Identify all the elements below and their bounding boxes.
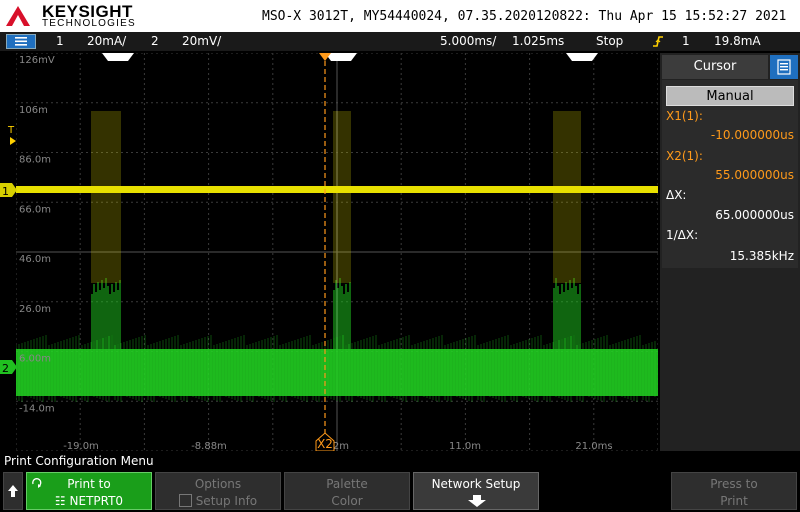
print-to-label: Print to bbox=[67, 477, 111, 491]
ch2-scale[interactable]: 20mV/ bbox=[182, 34, 221, 48]
setup-info-row: Setup Info bbox=[156, 494, 280, 508]
list-icon bbox=[777, 59, 791, 75]
status-bar: 1 20mA/ 2 20mV/ 5.000ms/ 1.025ms Stop 1 … bbox=[0, 32, 800, 51]
timebase-value[interactable]: 5.000ms/ bbox=[440, 34, 496, 48]
rotate-knob-icon bbox=[32, 478, 42, 488]
side-menu-button[interactable] bbox=[770, 55, 798, 79]
ch1-trace-line bbox=[16, 186, 658, 193]
ch1-number[interactable]: 1 bbox=[56, 34, 64, 48]
main-menu-button[interactable] bbox=[6, 34, 36, 49]
print-to-target: NETPRT0 bbox=[69, 494, 124, 508]
network-setup-label: Network Setup bbox=[431, 477, 521, 491]
menu-icon bbox=[15, 37, 27, 46]
trigger-edge-icon bbox=[653, 36, 663, 47]
ch2-number[interactable]: 2 bbox=[151, 34, 159, 48]
print-to-button[interactable]: Print to ☷ NETPRT0 bbox=[26, 472, 152, 510]
press-to-print-button[interactable]: Press to Print bbox=[671, 472, 797, 510]
network-setup-button[interactable]: Network Setup bbox=[413, 472, 539, 510]
menu-title: Print Configuration Menu bbox=[4, 454, 154, 468]
ch1-marker-label: 1 bbox=[2, 185, 9, 198]
y-axis-label: 126mV bbox=[19, 55, 55, 66]
trigger-level[interactable]: 19.8mA bbox=[714, 34, 761, 48]
x1-label: X1(1): bbox=[666, 109, 703, 123]
setup-info-label: Setup Info bbox=[195, 494, 258, 508]
instrument-title: MSO-X 3012T, MY54440024, 07.35.202012082… bbox=[262, 9, 787, 24]
delta-x-label: ΔX: bbox=[666, 188, 687, 202]
y-axis-label: 6.00m bbox=[19, 354, 51, 365]
print-label: Print bbox=[720, 494, 748, 508]
delay-value[interactable]: 1.025ms bbox=[512, 34, 564, 48]
y-axis-label: 46.0m bbox=[19, 254, 51, 265]
trigger-channel[interactable]: 1 bbox=[682, 34, 690, 48]
down-arrow-icon bbox=[468, 495, 486, 507]
setup-info-checkbox[interactable] bbox=[178, 494, 192, 507]
trigger-marker-label: T bbox=[7, 125, 15, 136]
press-to-label: Press to bbox=[710, 477, 758, 491]
run-state: Stop bbox=[596, 34, 624, 48]
tab-cursor[interactable]: Cursor bbox=[662, 55, 768, 79]
up-arrow-icon bbox=[8, 485, 18, 497]
x1-value: -10.000000us bbox=[710, 128, 794, 142]
y-axis-label: 106m bbox=[19, 105, 48, 116]
palette-value: Color bbox=[331, 494, 363, 508]
options-label: Options bbox=[194, 477, 242, 491]
trigger-level-arrow-icon bbox=[10, 137, 16, 145]
x-axis-label: 11.0m bbox=[449, 441, 481, 451]
x-axis-label: 21.0ms bbox=[575, 441, 612, 451]
palette-label: Palette bbox=[326, 477, 368, 491]
back-button[interactable] bbox=[3, 472, 23, 510]
print-to-value: ☷ NETPRT0 bbox=[27, 494, 151, 508]
cursor-x2-label: X2 bbox=[317, 437, 333, 451]
brand-subtitle: TECHNOLOGIES bbox=[42, 18, 136, 29]
y-axis-label: 66.0m bbox=[19, 204, 51, 215]
ch1-scale[interactable]: 20mA/ bbox=[87, 34, 126, 48]
channel-markers: T 1 2 bbox=[0, 125, 17, 375]
cursor-mode-button[interactable]: Manual bbox=[666, 86, 794, 106]
palette-button[interactable]: Palette Color bbox=[284, 472, 410, 510]
y-axis-label: 86.0m bbox=[19, 155, 51, 166]
delta-x-value: 65.000000us bbox=[715, 208, 794, 222]
waveform-display[interactable]: 126mV 106m 86.0m 66.0m 46.0m 26.0m 6.00m -14.0m… bbox=[16, 53, 658, 451]
x-axis-label: -8.88m bbox=[191, 441, 227, 451]
ch2-marker-label: 2 bbox=[2, 362, 9, 375]
network-printer-icon: ☷ bbox=[54, 494, 66, 508]
y-axis-label: -14.0m bbox=[19, 403, 55, 414]
inverse-delta-x-label: 1/ΔX: bbox=[666, 228, 699, 242]
x2-value: 55.000000us bbox=[715, 168, 794, 182]
x-axis-label: -19.0m bbox=[63, 441, 99, 451]
inverse-delta-x-value: 15.385kHz bbox=[729, 249, 794, 263]
options-button[interactable]: Options Setup Info bbox=[155, 472, 281, 510]
y-axis-label: 26.0m bbox=[19, 304, 51, 315]
keysight-logo-icon bbox=[6, 6, 30, 26]
x2-label: X2(1): bbox=[666, 149, 703, 163]
